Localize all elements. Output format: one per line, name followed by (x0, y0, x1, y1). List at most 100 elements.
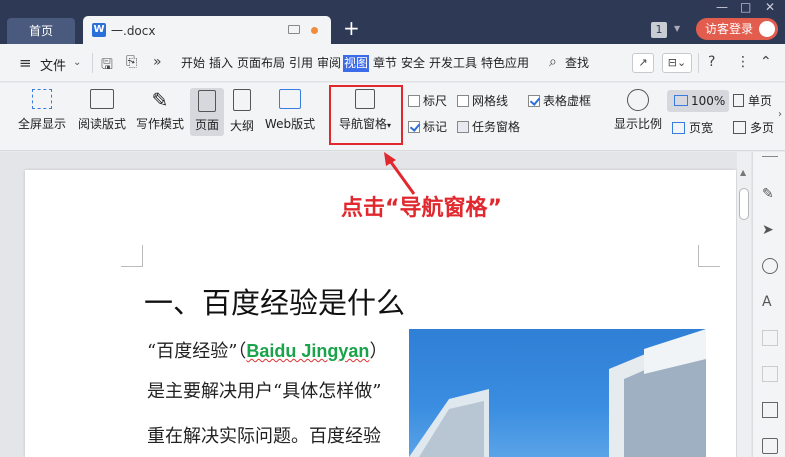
minimize-icon[interactable]: — (716, 0, 728, 14)
page-width-label: 页宽 (689, 121, 714, 135)
gridlines-checkbox-box[interactable] (457, 95, 469, 107)
monitor-icon[interactable] (288, 25, 300, 34)
avatar (759, 21, 775, 37)
divider (92, 53, 93, 73)
style-icon[interactable]: A (762, 294, 778, 310)
table-icon[interactable] (762, 330, 778, 346)
menu-page-layout[interactable]: 页面布局 (237, 55, 285, 72)
table-gridlines-checkbox-box[interactable] (528, 95, 540, 107)
ribbon-scroll-right-icon[interactable]: › (778, 109, 782, 120)
ruler-checkbox-box[interactable] (408, 95, 420, 107)
fullscreen-button[interactable]: 全屏显示 (16, 89, 68, 132)
web-layout-button[interactable]: Web版式 (263, 89, 317, 132)
task-pane-checkbox-box[interactable] (457, 121, 469, 133)
more-options-icon[interactable]: ⋮ (736, 54, 750, 70)
image-icon[interactable] (762, 402, 778, 418)
guest-login-label: 访客登录 (705, 22, 754, 36)
vertical-scrollbar[interactable]: ▲ (737, 152, 751, 457)
gridlines-label: 网格线 (472, 94, 509, 108)
edit-icon[interactable]: ✎ (762, 186, 778, 202)
markup-label: 标记 (423, 120, 448, 134)
annotation-text: 点击“导航窗格” (341, 196, 502, 221)
task-pane-checkbox[interactable]: 任务窗格 (457, 119, 520, 135)
zoom-ratio-button[interactable]: 显示比例 (611, 89, 665, 132)
home-tab[interactable]: 首页 (7, 18, 75, 44)
collapse-ribbon-icon[interactable]: ⌃ (760, 54, 772, 70)
table-gridlines-label: 表格虚框 (543, 94, 592, 108)
zoom-100-button[interactable]: 100% (667, 90, 729, 112)
book-icon (90, 89, 114, 109)
layout-icon[interactable] (762, 366, 778, 382)
menu-view[interactable]: 视图 (343, 55, 370, 72)
select-icon[interactable]: ➤ (762, 222, 778, 238)
menu-chapter[interactable]: 章节 (373, 55, 397, 72)
hamburger-icon[interactable]: ≡ (19, 54, 32, 72)
zoom-ratio-label: 显示比例 (613, 117, 662, 131)
format-painter-icon[interactable]: ⎘ (126, 54, 137, 70)
search-icon[interactable]: ⌕ (549, 54, 557, 70)
gridlines-checkbox[interactable]: 网格线 (457, 93, 508, 109)
markup-checkbox[interactable]: 标记 (408, 119, 447, 135)
window-count-badge[interactable]: 1 (651, 22, 667, 38)
guest-login-button[interactable]: 访客登录 (696, 18, 778, 40)
navigation-pane-highlight (329, 85, 403, 145)
help-icon[interactable]: ? (708, 54, 715, 70)
menu-review[interactable]: 审阅 (317, 55, 341, 72)
menu-insert[interactable]: 插入 (209, 55, 233, 72)
outline-label: 大纲 (229, 119, 254, 133)
scrollbar-thumb[interactable] (739, 188, 749, 220)
ruler-checkbox[interactable]: 标尺 (408, 93, 447, 109)
writing-mode-label: 写作模式 (135, 117, 184, 131)
divider (698, 53, 699, 73)
menu-references[interactable]: 引用 (289, 55, 313, 72)
unsaved-dot-icon (311, 27, 318, 34)
search-button[interactable]: 查找 (565, 55, 589, 72)
body-line-3: 重在解决实际问题。百度经验 (147, 426, 381, 447)
page-width-button[interactable]: 页宽 (672, 120, 713, 136)
menu-developer[interactable]: 开发工具 (429, 55, 477, 72)
share-icon[interactable] (762, 438, 778, 454)
new-tab-button[interactable]: + (343, 17, 360, 39)
close-icon[interactable]: ✕ (765, 0, 775, 14)
writing-mode-button[interactable]: ✎ 写作模式 (134, 89, 186, 132)
chevron-down-icon[interactable]: ▼ (674, 24, 680, 33)
building-photo (409, 329, 706, 457)
bookmark-icon[interactable]: ⊟⌄ (662, 53, 692, 73)
collapse-icon[interactable] (762, 156, 778, 158)
table-gridlines-checkbox[interactable]: 表格虚框 (528, 93, 591, 109)
menu-start[interactable]: 开始 (181, 55, 205, 72)
share-icon[interactable]: ↗ (632, 53, 654, 73)
file-menu[interactable]: 文件 (40, 55, 66, 74)
body-text: “百度经验”（ (147, 341, 247, 362)
page-view-button[interactable]: 页面 (190, 88, 224, 136)
page-view-label: 页面 (194, 118, 219, 132)
single-page-label: 单页 (748, 94, 773, 108)
title-bar: 首页 W 一.docx + 1 ▼ 访客登录 — □ ✕ (0, 0, 785, 44)
menu-security[interactable]: 安全 (401, 55, 425, 72)
outline-icon (233, 89, 251, 111)
page-icon (198, 90, 216, 112)
maximize-icon[interactable]: □ (740, 0, 751, 14)
document-heading: 一、百度经验是什么 (144, 286, 406, 320)
ruler-label: 标尺 (423, 94, 448, 108)
page-width-icon (672, 122, 685, 134)
scroll-up-icon[interactable]: ▲ (740, 168, 746, 177)
document-tab-name: 一.docx (111, 24, 156, 38)
reading-layout-label: 阅读版式 (77, 117, 126, 131)
pen-icon: ✎ (151, 88, 169, 112)
page-corner-mark (698, 245, 720, 267)
chevron-down-icon[interactable]: ⌄ (73, 57, 81, 68)
document-tab[interactable]: W 一.docx (83, 16, 331, 44)
more-icon[interactable]: » (153, 54, 162, 70)
shape-icon[interactable] (762, 258, 778, 274)
outline-button[interactable]: 大纲 (228, 89, 256, 134)
menu-features[interactable]: 特色应用 (481, 55, 529, 72)
markup-checkbox-box[interactable] (408, 121, 420, 133)
web-layout-label: Web版式 (264, 117, 316, 131)
single-page-button[interactable]: 单页 (733, 93, 772, 109)
zoom-100-icon (674, 95, 688, 106)
save-icon[interactable]: 🖫 (101, 54, 113, 78)
multi-page-button[interactable]: 多页 (733, 120, 774, 136)
page-corner-mark (121, 245, 143, 267)
reading-layout-button[interactable]: 阅读版式 (76, 89, 128, 132)
